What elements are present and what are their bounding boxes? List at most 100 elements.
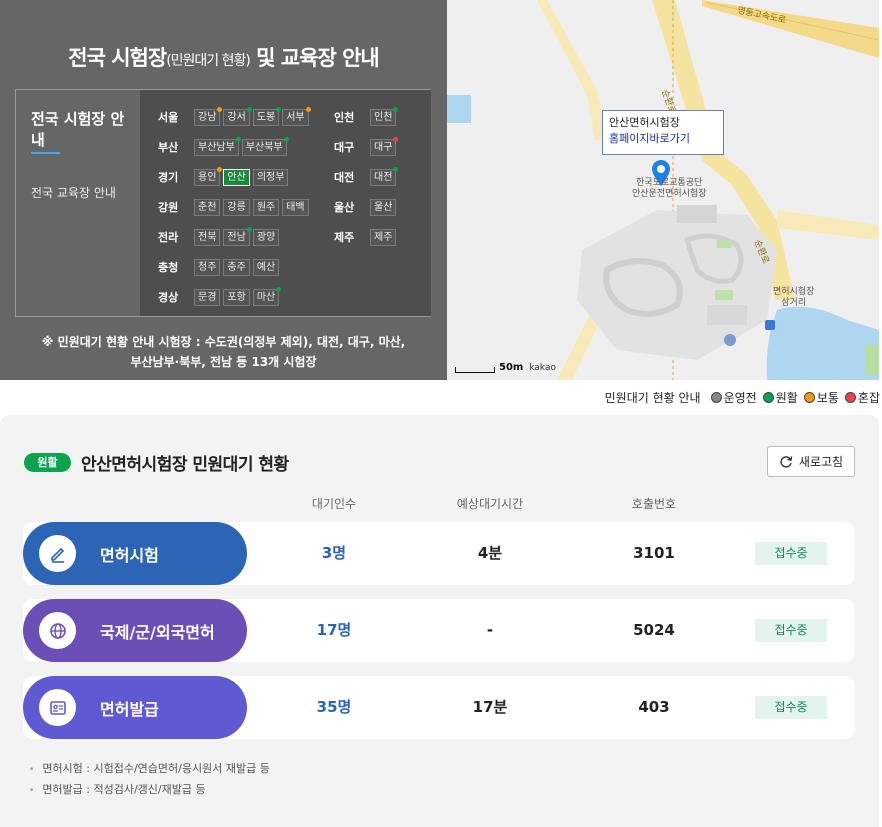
map-scale: 50m kakao — [455, 362, 556, 373]
region-list: 서울 강남 강서 도봉 서부 인천 인천 부산 부산남부 부산북부 대구 대구 경기 용인 안산 의정부 대전 대… — [140, 90, 431, 316]
note-item: 면허발급 : 적성검사/갱신/재발급 등 — [29, 780, 270, 801]
call-number: 5024 — [633, 621, 675, 639]
refresh-icon — [780, 455, 793, 468]
scale-bar — [455, 367, 495, 373]
exam-center-chip[interactable]: 의정부 — [252, 168, 289, 186]
status-dot — [217, 166, 223, 172]
waiting-count: 3명 — [321, 544, 347, 562]
marker-label: 한국도로교통공단 안산운전면허시험장 — [632, 178, 707, 199]
region-row: 경기 용인 안산 의정부 — [158, 166, 291, 187]
status-dot — [246, 106, 252, 112]
region-label: 경기 — [158, 171, 179, 184]
exam-center-chip[interactable]: 청주 — [194, 258, 221, 276]
call-number: 403 — [638, 698, 670, 716]
accept-status: 접수중 — [755, 542, 827, 565]
map[interactable]: 영동고속도로 순환로 순환로 안산면허시험장 홈페이지바로가기 한국도로교통공단… — [447, 0, 879, 380]
exam-center-chip[interactable]: 부산북부 — [241, 136, 289, 156]
exam-center-chip[interactable]: 울산 — [370, 198, 397, 216]
exam-center-chip[interactable]: 원주 — [252, 198, 280, 216]
service-label: 면허발급 — [100, 699, 159, 719]
exam-center-guide-panel: 전국 시험장(민원대기 현황) 및 교육장 안내 전국 시험장 안내 전국 교육… — [0, 0, 447, 380]
status-dot — [217, 106, 223, 112]
exam-center-chip[interactable]: 인천 — [370, 106, 399, 126]
service-pill: 면허시험 — [23, 522, 247, 585]
exam-center-chip[interactable]: 태백 — [282, 198, 309, 216]
legend-dot-off — [710, 392, 722, 403]
pencil-icon — [39, 535, 76, 572]
legend-dot-smooth — [762, 392, 774, 403]
service-pill: 국제/군/외국면허 — [23, 599, 247, 662]
exam-center-chip[interactable]: 강서 — [223, 106, 252, 126]
tab-exam-centers[interactable]: 전국 시험장 안내 — [31, 109, 131, 151]
exam-center-chip[interactable]: 충주 — [223, 258, 250, 276]
guide-tabs: 전국 시험장 안내 전국 교육장 안내 — [16, 90, 140, 316]
refresh-button[interactable]: 새로고침 — [767, 446, 855, 477]
panel-title: 안산면허시험장 민원대기 현황 — [81, 455, 289, 475]
status-dot — [283, 136, 289, 142]
exam-center-chip[interactable]: 춘천 — [194, 198, 221, 216]
region-label: 대구 — [334, 141, 355, 154]
region-row: 서울 강남 강서 도봉 서부 — [158, 106, 312, 127]
legend-dot-busy — [844, 392, 856, 403]
accept-status: 접수중 — [755, 619, 827, 642]
status-dot — [246, 226, 252, 232]
exam-center-chip[interactable]: 안산 — [223, 168, 250, 186]
guide-note: ※ 민원대기 현황 안내 시험장 : 수도권(의정부 제외), 대전, 대구, … — [41, 335, 406, 369]
status-dot — [235, 136, 241, 142]
homepage-link[interactable]: 홈페이지바로가기 — [609, 131, 717, 147]
wait-status-panel: 원활 안산면허시험장 민원대기 현황 새로고침 대기인수 예상대기시간 호출번호… — [0, 415, 879, 827]
region-row: 전라 전북 전남 광양 — [158, 226, 282, 247]
exam-center-chip[interactable]: 대전 — [370, 166, 399, 186]
status-dot — [276, 106, 282, 112]
service-label: 국제/군/외국면허 — [100, 622, 215, 642]
region-label: 제주 — [334, 231, 355, 244]
exam-center-chip[interactable]: 강릉 — [223, 198, 250, 216]
exam-center-chip[interactable]: 마산 — [252, 286, 282, 306]
exam-center-chip[interactable]: 대구 — [370, 136, 399, 156]
col-head-call-number: 호출번호 — [631, 497, 677, 511]
region-row: 대구 대구 — [334, 136, 399, 157]
exam-center-chip[interactable]: 전북 — [194, 228, 221, 246]
region-label: 충청 — [158, 261, 179, 274]
exam-center-chip[interactable]: 전남 — [223, 226, 252, 246]
table-row: 면허발급 35명 17분 403 접수중 — [23, 676, 855, 739]
map-callout: 안산면허시험장 홈페이지바로가기 — [602, 110, 724, 155]
region-row: 대전 대전 — [334, 166, 399, 187]
exam-center-chip[interactable]: 문경 — [194, 288, 221, 306]
exam-center-chip[interactable]: 포항 — [223, 288, 250, 306]
status-dot — [305, 106, 311, 112]
region-label: 대전 — [334, 171, 355, 184]
service-pill: 면허발급 — [23, 676, 247, 739]
region-row: 강원 춘천 강릉 원주 태백 — [158, 197, 312, 217]
exam-center-chip[interactable]: 예산 — [252, 258, 280, 276]
place-label-intersection: 면허시험장 삼거리 — [773, 287, 815, 308]
globe-icon — [39, 612, 76, 649]
note-item: 면허시험 : 시험접수/연습면허/응시원서 재발급 등 — [29, 759, 270, 780]
region-label: 울산 — [334, 201, 355, 214]
waiting-count: 17명 — [316, 621, 352, 639]
status-dot — [276, 286, 282, 292]
exam-center-chip[interactable]: 제주 — [370, 228, 397, 246]
exam-center-chip[interactable]: 광양 — [252, 228, 280, 246]
map-brand: kakao — [529, 363, 556, 373]
status-dot — [393, 106, 399, 112]
accept-status: 접수중 — [755, 696, 827, 719]
status-dot — [393, 166, 399, 172]
tab-education-centers[interactable]: 전국 교육장 안내 — [31, 183, 131, 203]
exam-center-chip[interactable]: 부산남부 — [194, 136, 241, 156]
region-row: 충청 청주 충주 예산 — [158, 257, 282, 277]
region-label: 인천 — [334, 111, 355, 124]
waiting-count: 35명 — [316, 698, 352, 716]
region-row: 울산 울산 — [334, 197, 399, 217]
status-legend: 민원대기 현황 안내 운영전 원활 보통 혼잡 — [605, 389, 880, 406]
region-row: 부산 부산남부 부산북부 — [158, 136, 290, 157]
table-row: 면허시험 3명 4분 3101 접수중 — [23, 522, 855, 585]
region-label: 전라 — [158, 231, 179, 244]
region-label: 서울 — [158, 111, 179, 124]
exam-center-chip[interactable]: 강남 — [194, 106, 223, 126]
exam-center-chip[interactable]: 용인 — [194, 166, 223, 186]
wait-time: 17분 — [472, 698, 508, 716]
exam-center-chip[interactable]: 도봉 — [252, 106, 282, 126]
region-label: 강원 — [158, 201, 179, 214]
exam-center-chip[interactable]: 서부 — [282, 106, 311, 126]
